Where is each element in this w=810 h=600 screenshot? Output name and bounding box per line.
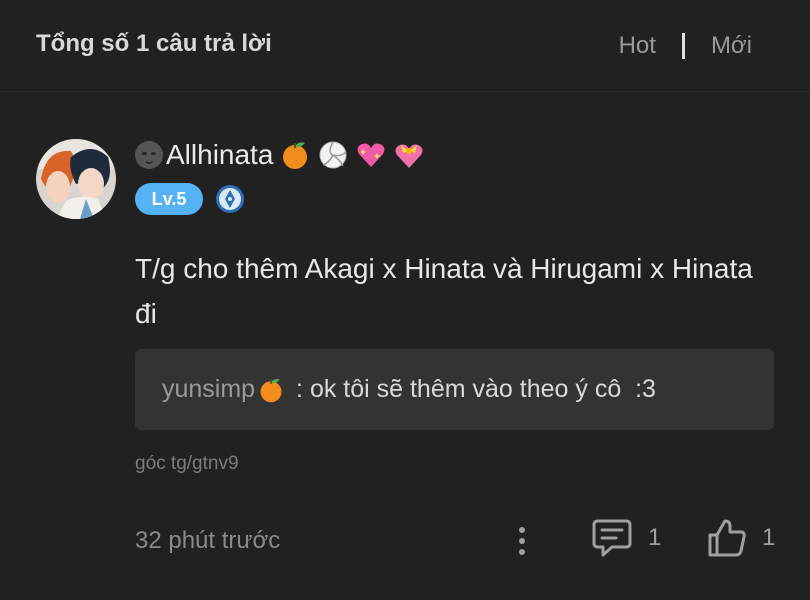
user-badges: Lv.5 (135, 183, 245, 215)
like-count: 1 (762, 524, 776, 551)
reply-separator: : (289, 375, 310, 403)
comment-text: T/g cho thêm Akagi x Hinata và Hirugami … (135, 253, 753, 329)
comment-icon (592, 519, 632, 557)
level-badge: Lv.5 (135, 183, 203, 215)
answers-header: Tổng số 1 câu trả lời Hot Mới (0, 0, 810, 92)
avatar-image (36, 139, 116, 219)
thumbs-up-icon (708, 519, 746, 557)
source-label[interactable]: góc tg/gtnv9 (135, 453, 239, 475)
timestamp: 32 phút trước (135, 527, 281, 554)
comment-count: 1 (648, 524, 662, 551)
heart-with-ribbon-icon (395, 144, 423, 168)
like-button[interactable]: 1 (706, 517, 775, 559)
writer-badge-icon (216, 185, 244, 213)
reply-line: yunsimp : ok tôi sẽ thêm vào theo ý cô :… (162, 375, 656, 404)
sort-divider (681, 33, 685, 59)
reply-text: ok tôi sẽ thêm vào theo ý cô :3 (309, 375, 656, 403)
comment-button[interactable]: 1 (592, 517, 661, 559)
username[interactable]: Allhinata (166, 139, 273, 171)
username-row: Allhinata (135, 137, 425, 173)
sort-new-tab[interactable]: Mới (711, 32, 752, 60)
reply-username[interactable]: yunsimp (162, 375, 255, 404)
avatar[interactable] (36, 139, 116, 219)
sort-options: Hot Mới (619, 32, 752, 60)
new-moon-face-icon (135, 141, 163, 169)
volleyball-icon (319, 141, 347, 169)
answers-count-title: Tổng số 1 câu trả lời (36, 30, 272, 57)
sort-hot-tab[interactable]: Hot (619, 32, 656, 60)
tangerine-icon (283, 142, 308, 169)
reply-box[interactable]: yunsimp : ok tôi sẽ thêm vào theo ý cô :… (135, 349, 774, 430)
more-vertical-icon[interactable] (512, 522, 532, 562)
tangerine-icon (260, 378, 282, 402)
sparkling-heart-icon (357, 143, 385, 167)
